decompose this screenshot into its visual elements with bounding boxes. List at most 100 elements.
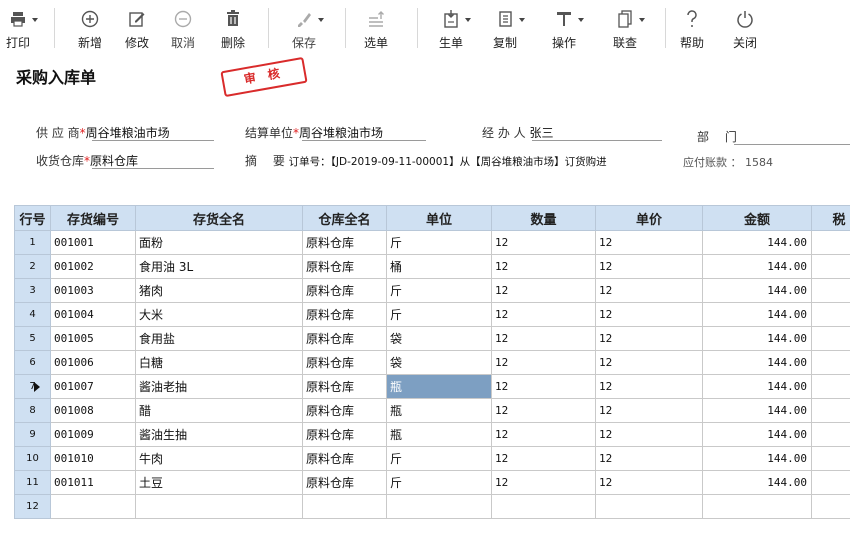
cell-price[interactable]: 12 xyxy=(595,302,703,327)
cell-code[interactable]: 001011 xyxy=(50,470,136,495)
cell-code[interactable]: 001004 xyxy=(50,302,136,327)
cell-amount[interactable]: 144.00 xyxy=(702,398,812,423)
copy-button[interactable]: 复制 xyxy=(483,0,527,56)
operate-button[interactable]: 操作 xyxy=(542,0,586,56)
cell-warehouse[interactable]: 原料仓库 xyxy=(302,398,387,423)
cell-price[interactable]: 12 xyxy=(595,398,703,423)
cell-amount[interactable]: 144.00 xyxy=(702,326,812,351)
handler-field[interactable]: 经 办 人 张三 xyxy=(482,124,553,141)
cell-amount[interactable]: 144.00 xyxy=(702,350,812,375)
col-header-price[interactable]: 单价 xyxy=(595,205,703,231)
cell-unit[interactable] xyxy=(386,494,492,519)
cell-warehouse[interactable]: 原料仓库 xyxy=(302,302,387,327)
cell-warehouse[interactable]: 原料仓库 xyxy=(302,350,387,375)
help-button[interactable]: 帮助 xyxy=(670,0,714,56)
cell-tax[interactable] xyxy=(811,446,850,471)
cell-price[interactable]: 12 xyxy=(595,374,703,399)
cell-price[interactable]: 12 xyxy=(595,446,703,471)
cell-tax[interactable] xyxy=(811,326,850,351)
cell-tax[interactable] xyxy=(811,302,850,327)
cell-amount[interactable]: 144.00 xyxy=(702,446,812,471)
cell-quantity[interactable]: 12 xyxy=(491,446,596,471)
col-header-code[interactable]: 存货编号 xyxy=(50,205,136,231)
cell-name[interactable]: 面粉 xyxy=(135,230,303,255)
cell-quantity[interactable]: 12 xyxy=(491,230,596,255)
col-header-name[interactable]: 存货全名 xyxy=(135,205,303,231)
cell-tax[interactable] xyxy=(811,398,850,423)
cell-quantity[interactable]: 12 xyxy=(491,422,596,447)
cell-code[interactable]: 001008 xyxy=(50,398,136,423)
warehouse-field[interactable]: 收货仓库*原料仓库 xyxy=(36,152,138,169)
cell-unit[interactable]: 桶 xyxy=(386,254,492,279)
settle-unit-field[interactable]: 结算单位*周谷堆粮油市场 xyxy=(245,124,383,141)
cell-code[interactable]: 001002 xyxy=(50,254,136,279)
col-header-unit[interactable]: 单位 xyxy=(386,205,492,231)
query-button[interactable]: 联查 xyxy=(603,0,647,56)
cell-name[interactable]: 醋 xyxy=(135,398,303,423)
cell-code[interactable]: 001006 xyxy=(50,350,136,375)
table-row[interactable]: 2 001002 食用油 3L 原料仓库桶 12 12 144.00 xyxy=(14,254,850,279)
cell-name[interactable]: 牛肉 xyxy=(135,446,303,471)
cell-code[interactable]: 001010 xyxy=(50,446,136,471)
cell-code[interactable]: 001003 xyxy=(50,278,136,303)
cell-code[interactable]: 001007 xyxy=(50,374,136,399)
cell-amount[interactable]: 144.00 xyxy=(702,374,812,399)
cell-warehouse[interactable] xyxy=(302,494,387,519)
cell-code[interactable]: 001005 xyxy=(50,326,136,351)
col-header-amount[interactable]: 金额 xyxy=(702,205,812,231)
cell-tax[interactable] xyxy=(811,230,850,255)
supplier-field[interactable]: 供 应 商*周谷堆粮油市场 xyxy=(36,124,170,141)
cell-quantity[interactable]: 12 xyxy=(491,254,596,279)
cell-quantity[interactable]: 12 xyxy=(491,278,596,303)
cell-unit[interactable]: 瓶 xyxy=(386,374,492,399)
cell-tax[interactable] xyxy=(811,422,850,447)
generate-button[interactable]: 生单 xyxy=(429,0,473,56)
cell-quantity[interactable]: 12 xyxy=(491,374,596,399)
cell-warehouse[interactable]: 原料仓库 xyxy=(302,374,387,399)
cell-warehouse[interactable]: 原料仓库 xyxy=(302,254,387,279)
cell-price[interactable] xyxy=(595,494,703,519)
cell-price[interactable]: 12 xyxy=(595,350,703,375)
close-button[interactable]: 关闭 xyxy=(723,0,767,56)
cell-unit[interactable]: 袋 xyxy=(386,350,492,375)
col-header-row-no[interactable]: 行号 xyxy=(14,205,51,231)
cell-tax[interactable] xyxy=(811,494,850,519)
table-row[interactable]: 12 xyxy=(14,494,850,519)
add-button[interactable]: 新增 xyxy=(68,0,112,56)
cell-unit[interactable]: 瓶 xyxy=(386,398,492,423)
cell-quantity[interactable]: 12 xyxy=(491,398,596,423)
table-row[interactable]: 7 001007 酱油老抽 原料仓库瓶 12 12 144.00 xyxy=(14,374,850,399)
cell-tax[interactable] xyxy=(811,374,850,399)
cell-price[interactable]: 12 xyxy=(595,254,703,279)
col-header-tax[interactable]: 税 xyxy=(811,205,850,231)
cell-amount[interactable]: 144.00 xyxy=(702,254,812,279)
department-field[interactable]: 部 门 xyxy=(697,128,737,145)
cell-name[interactable]: 酱油生抽 xyxy=(135,422,303,447)
cell-tax[interactable] xyxy=(811,254,850,279)
cell-unit[interactable]: 斤 xyxy=(386,446,492,471)
cell-warehouse[interactable]: 原料仓库 xyxy=(302,470,387,495)
cell-price[interactable]: 12 xyxy=(595,470,703,495)
cell-unit[interactable]: 袋 xyxy=(386,326,492,351)
table-row[interactable]: 5 001005 食用盐 原料仓库袋 12 12 144.00 xyxy=(14,326,850,351)
cell-amount[interactable]: 144.00 xyxy=(702,470,812,495)
cell-tax[interactable] xyxy=(811,278,850,303)
cell-name[interactable]: 白糖 xyxy=(135,350,303,375)
summary-field[interactable]: 摘 要 订单号：【JD-2019-09-11-00001】从【周谷堆粮油市场】订… xyxy=(245,152,607,169)
cell-price[interactable]: 12 xyxy=(595,326,703,351)
print-button[interactable]: 打印 xyxy=(0,0,40,56)
cell-name[interactable]: 大米 xyxy=(135,302,303,327)
table-row[interactable]: 8 001008 醋原料仓库瓶 12 12 144.00 xyxy=(14,398,850,423)
cell-quantity[interactable]: 12 xyxy=(491,326,596,351)
cell-warehouse[interactable]: 原料仓库 xyxy=(302,230,387,255)
cell-unit[interactable]: 斤 xyxy=(386,302,492,327)
cell-warehouse[interactable]: 原料仓库 xyxy=(302,326,387,351)
table-row[interactable]: 11 001011 土豆 原料仓库斤 12 12 144.00 xyxy=(14,470,850,495)
cell-quantity[interactable]: 12 xyxy=(491,470,596,495)
cell-warehouse[interactable]: 原料仓库 xyxy=(302,278,387,303)
table-row[interactable]: 10 001010 牛肉 原料仓库斤 12 12 144.00 xyxy=(14,446,850,471)
cell-price[interactable]: 12 xyxy=(595,422,703,447)
cell-code[interactable]: 001001 xyxy=(50,230,136,255)
col-header-quantity[interactable]: 数量 xyxy=(491,205,596,231)
cell-amount[interactable] xyxy=(702,494,812,519)
